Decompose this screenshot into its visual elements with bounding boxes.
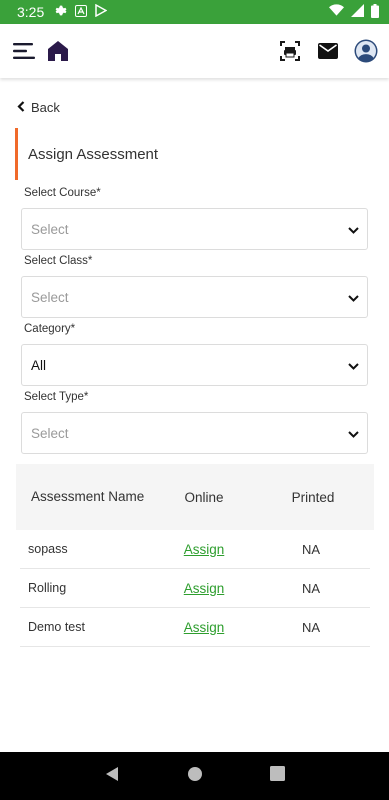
header-assessment-name: Assessment Name <box>31 489 145 504</box>
print-icon[interactable] <box>277 38 303 64</box>
chevron-down-icon <box>348 290 359 305</box>
back-nav-icon[interactable] <box>104 766 120 787</box>
category-label: Category* <box>24 323 76 335</box>
table-row: Rolling Assign NA <box>20 569 370 608</box>
back-button[interactable]: Back <box>17 100 60 115</box>
battery-icon <box>371 3 379 21</box>
font-icon <box>75 4 88 20</box>
chevron-down-icon <box>348 426 359 441</box>
settings-icon <box>54 4 67 20</box>
type-select-value: Select <box>31 425 69 441</box>
wifi-icon <box>329 4 344 20</box>
class-select[interactable]: Select <box>21 276 368 318</box>
assessment-name: Rolling <box>28 581 67 595</box>
assign-link[interactable]: Assign <box>184 620 225 635</box>
table-row: sopass Assign NA <box>20 530 370 569</box>
back-label: Back <box>31 100 60 115</box>
recents-nav-icon[interactable] <box>270 766 286 786</box>
course-select-value: Select <box>31 221 69 237</box>
category-select[interactable]: All <box>21 344 368 386</box>
menu-icon[interactable] <box>11 38 37 64</box>
course-label: Select Course* <box>24 187 101 199</box>
type-select[interactable]: Select <box>21 412 368 454</box>
assessment-name: sopass <box>28 542 68 556</box>
class-label: Select Class* <box>24 255 93 267</box>
page-title: Assign Assessment <box>15 128 375 180</box>
header-online: Online <box>184 489 224 505</box>
main-content: Back Assign Assessment Select Course* Se… <box>0 78 389 752</box>
header-printed: Printed <box>291 489 335 505</box>
type-label: Select Type* <box>24 391 89 403</box>
chevron-down-icon <box>348 358 359 373</box>
play-store-icon <box>95 3 108 20</box>
status-bar: 3:25 <box>0 0 389 24</box>
assessment-name: Demo test <box>28 620 85 634</box>
printed-status: NA <box>301 580 321 596</box>
course-select[interactable]: Select <box>21 208 368 250</box>
home-nav-icon[interactable] <box>187 766 203 787</box>
chevron-left-icon <box>17 100 25 115</box>
table-header: Assessment Name Online Printed <box>16 464 374 530</box>
profile-icon[interactable] <box>353 38 379 64</box>
status-time: 3:25 <box>17 4 45 20</box>
printed-status: NA <box>301 619 321 635</box>
app-bar <box>0 24 389 78</box>
system-nav-bar <box>0 752 389 800</box>
table-row: Demo test Assign NA <box>20 608 370 647</box>
category-select-value: All <box>31 357 47 373</box>
signal-icon <box>351 4 364 20</box>
printed-status: NA <box>301 541 321 557</box>
chevron-down-icon <box>348 222 359 237</box>
mail-icon[interactable] <box>315 38 341 64</box>
class-select-value: Select <box>31 289 69 305</box>
assessment-table: Assessment Name Online Printed sopass As… <box>16 464 374 647</box>
assign-link[interactable]: Assign <box>184 542 225 557</box>
assign-link[interactable]: Assign <box>184 581 225 596</box>
home-icon[interactable] <box>45 38 71 64</box>
